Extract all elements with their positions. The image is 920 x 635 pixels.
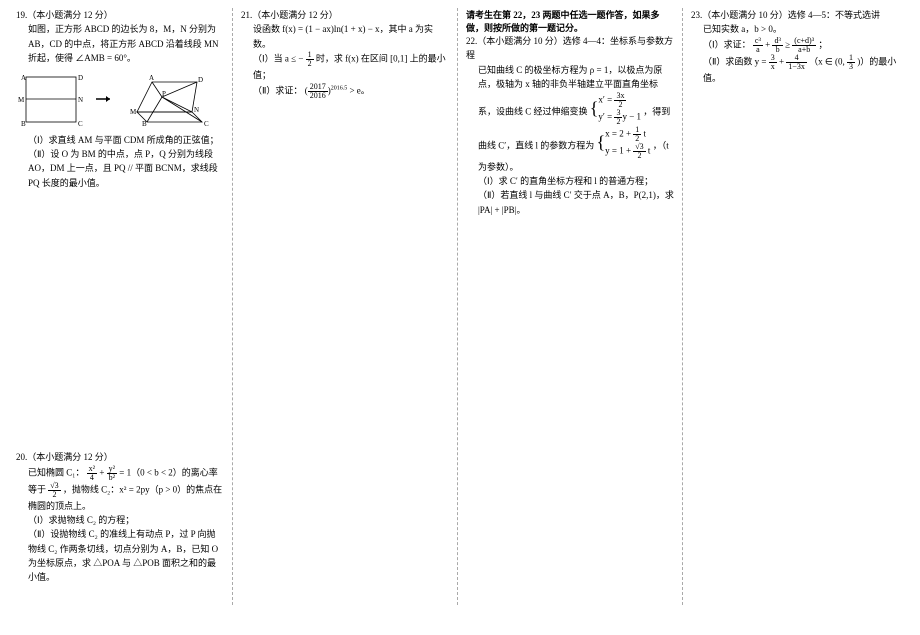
- question-23: 23.（本小题满分 10 分）选修 4—5：不等式选讲 已知实数 a，b > 0…: [691, 8, 900, 85]
- svg-text:N: N: [194, 106, 199, 114]
- q22-header: 22.（本小题满分 10 分）选修 4—4：坐标系与参数方程: [466, 34, 674, 63]
- q21-body: 设函数 f(x) = (1 − ax)ln(1 + x) − x，其中 a 为实…: [241, 22, 449, 51]
- q23-body: 已知实数 a，b > 0。: [691, 22, 900, 36]
- svg-text:P: P: [162, 90, 166, 98]
- svg-text:M: M: [130, 108, 137, 116]
- q21-part1: （Ⅰ）当 a ≤ − 12 时，求 f(x) 在区间 [0,1] 上的最小值；: [241, 51, 449, 82]
- q20-body: 已知椭圆 C₁： x²4 + y²b² = 1（0 < b < 2）的离心率等于…: [16, 465, 224, 513]
- frac-1-3: 13: [847, 54, 855, 71]
- frac-3x: 3x: [769, 54, 777, 71]
- q23-part2: （Ⅱ）求函数 y = 3x + 41−3x （x ∈ (0, 13 )）的最小值…: [691, 54, 900, 85]
- q21-part2: （Ⅱ）求证： (20172016)2016.5 > e。: [241, 83, 449, 100]
- question-20: 20.（本小题满分 12 分） 已知椭圆 C₁： x²4 + y²b² = 1（…: [16, 450, 224, 585]
- frac-sqrt3-2: √32: [48, 482, 60, 499]
- transform-system: { x′ = 3x2 y′ = 32y − 1: [590, 92, 641, 126]
- question-22: 22.（本小题满分 10 分）选修 4—4：坐标系与参数方程 已知曲线 C 的极…: [466, 34, 674, 217]
- frac-cd3-ab: (c+d)³a+b: [792, 37, 816, 54]
- frac-c3a: c³a: [753, 37, 763, 54]
- svg-text:D: D: [198, 76, 203, 84]
- svg-text:D: D: [78, 74, 83, 82]
- q19-header: 19.（本小题满分 12 分）: [16, 8, 224, 22]
- question-19: 19.（本小题满分 12 分） 如图，正方形 ABCD 的边长为 8，M，N 分…: [16, 8, 224, 190]
- column-2: 21.（本小题满分 12 分） 设函数 f(x) = (1 − ax)ln(1 …: [233, 8, 458, 605]
- frac-x24: x²4: [87, 465, 97, 482]
- q21-header: 21.（本小题满分 12 分）: [241, 8, 449, 22]
- parametric-system: { x = 2 + 12 t y = 1 + √32 t: [596, 126, 650, 160]
- svg-text:B: B: [21, 120, 26, 127]
- q22-part1: （Ⅰ）求 C′ 的直角坐标方程和 l 的普通方程；: [466, 174, 674, 188]
- svg-text:M: M: [18, 96, 25, 104]
- q23-part1: （Ⅰ）求证： c³a + d³b ≥ (c+d)³a+b ；: [691, 37, 900, 54]
- folded-diagram: A D M N B C P: [122, 72, 212, 127]
- column-1: 19.（本小题满分 12 分） 如图，正方形 ABCD 的边长为 8，M，N 分…: [8, 8, 233, 605]
- q23-header: 23.（本小题满分 10 分）选修 4—5：不等式选讲: [691, 8, 900, 22]
- q20-part1: （Ⅰ）求抛物线 C₂ 的方程；: [16, 513, 224, 527]
- frac-2017-2016: 20172016: [308, 83, 328, 100]
- q20-part2: （Ⅱ）设抛物线 C₂ 的准线上有动点 P，过 P 向抛物线 C₂ 作两条切线，切…: [16, 527, 224, 585]
- choice-note: 请考生在第 22，23 两题中任选一题作答，如果多做，则按所做的第一题记分。: [466, 8, 674, 34]
- arrow-icon: [94, 89, 114, 109]
- svg-text:C: C: [204, 120, 209, 127]
- svg-text:B: B: [142, 120, 147, 127]
- q19-figure: A D M N B C: [16, 72, 224, 127]
- q19-part1: （Ⅰ）求直线 AM 与平面 CDM 所成角的正弦值；: [16, 133, 224, 147]
- svg-text:C: C: [78, 120, 83, 127]
- q19-part2: （Ⅱ）设 O 为 BM 的中点，点 P，Q 分别为线段 AO，DM 上一点，且 …: [16, 147, 224, 190]
- frac-y2b2: y²b²: [107, 465, 117, 482]
- exam-page: 19.（本小题满分 12 分） 如图，正方形 ABCD 的边长为 8，M，N 分…: [8, 8, 908, 605]
- column-3: 请考生在第 22，23 两题中任选一题作答，如果多做，则按所做的第一题记分。 2…: [458, 8, 683, 605]
- question-21: 21.（本小题满分 12 分） 设函数 f(x) = (1 − ax)ln(1 …: [241, 8, 449, 100]
- q22-body: 已知曲线 C 的极坐标方程为 ρ = 1，以极点为原点，极轴为 x 轴的非负半轴…: [466, 63, 674, 174]
- frac-d3b: d³b: [772, 37, 782, 54]
- svg-text:A: A: [21, 74, 26, 82]
- column-4: 23.（本小题满分 10 分）选修 4—5：不等式选讲 已知实数 a，b > 0…: [683, 8, 908, 605]
- q22-part2: （Ⅱ）若直线 l 与曲线 C′ 交于点 A，B，P(2,1)，求 |PA| + …: [466, 188, 674, 217]
- svg-text:A: A: [149, 74, 154, 82]
- frac-1-2: 12: [306, 51, 314, 68]
- q19-body: 如图，正方形 ABCD 的边长为 8，M，N 分别为 AB，CD 的中点，将正方…: [16, 22, 224, 65]
- square-diagram: A D M N B C: [16, 72, 86, 127]
- svg-text:N: N: [78, 96, 83, 104]
- frac-4-13x: 41−3x: [786, 54, 807, 71]
- q20-header: 20.（本小题满分 12 分）: [16, 450, 224, 464]
